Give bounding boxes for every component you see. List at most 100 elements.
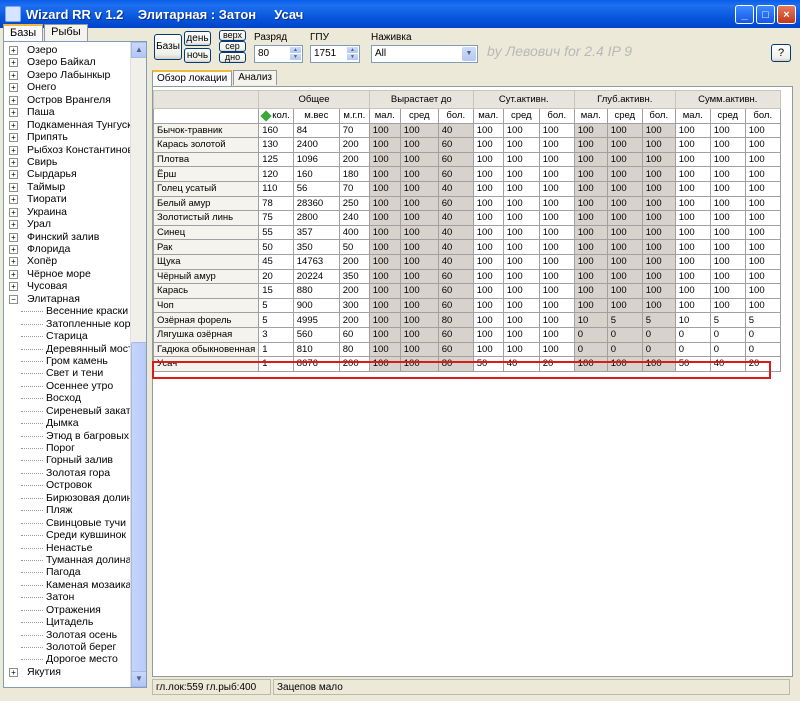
table-cell[interactable]: 125 <box>258 151 294 168</box>
tree-item[interactable]: + Озеро <box>4 44 146 56</box>
table-cell[interactable]: 28360 <box>292 195 340 212</box>
table-cell[interactable]: 100 <box>744 180 781 197</box>
table-cell[interactable]: 2800 <box>292 210 340 226</box>
table-cell[interactable]: 100 <box>709 224 746 241</box>
tree-item[interactable]: + Сырдарья <box>4 168 146 180</box>
table-cell[interactable]: 100 <box>538 224 575 241</box>
table-cell[interactable]: 100 <box>709 122 746 139</box>
fish-name-cell[interactable]: Озёрная форель <box>152 312 260 328</box>
fish-name-cell[interactable]: Голец усатый <box>152 180 260 197</box>
table-cell[interactable]: 100 <box>472 297 504 314</box>
table-cell[interactable]: 100 <box>399 253 439 270</box>
table-cell[interactable]: 100 <box>641 239 676 255</box>
expand-icon[interactable]: + <box>9 83 18 93</box>
table-cell[interactable]: 80 <box>437 312 474 328</box>
column-header[interactable]: м.г.п. <box>338 108 370 124</box>
table-cell[interactable]: 100 <box>744 268 781 285</box>
table-cell[interactable]: 40 <box>437 180 474 197</box>
table-cell[interactable]: 100 <box>744 210 781 226</box>
location-tree[interactable]: + Озеро + Озеро Байкал + Озеро Лабынкыр + Онего… <box>3 41 147 688</box>
table-cell[interactable]: 55 <box>258 224 294 241</box>
table-cell[interactable]: 100 <box>641 151 676 168</box>
table-row[interactable]: Щука 45 14763 200 100 100 40 100 100 100 100 100 100… <box>152 253 781 270</box>
table-cell[interactable]: 100 <box>368 224 401 241</box>
close-button[interactable]: × <box>777 5 796 24</box>
tree-item[interactable]: Восход <box>4 392 146 404</box>
table-cell[interactable]: 100 <box>606 151 643 168</box>
table-cell[interactable]: 100 <box>399 341 439 358</box>
expand-icon[interactable]: + <box>9 282 18 292</box>
table-cell[interactable]: 0 <box>674 341 711 358</box>
table-cell[interactable]: 100 <box>538 195 575 212</box>
table-cell[interactable]: 70 <box>338 180 370 197</box>
table-cell[interactable]: 100 <box>606 239 643 255</box>
table-cell[interactable]: 0 <box>744 326 781 343</box>
table-cell[interactable]: 100 <box>472 195 504 212</box>
fish-name-cell[interactable]: Золотистый линь <box>152 210 260 226</box>
column-header[interactable]: мал. <box>472 108 504 124</box>
tree-item[interactable]: + Озеро Байкал <box>4 56 146 68</box>
table-cell[interactable]: 200 <box>338 283 370 299</box>
fish-name-cell[interactable]: Чёрный амур <box>152 268 260 285</box>
expand-icon[interactable]: + <box>9 257 18 267</box>
tree-item[interactable]: Свет и тени <box>4 367 146 379</box>
help-button[interactable]: ? <box>771 44 791 62</box>
table-cell[interactable]: 100 <box>674 283 711 299</box>
table-cell[interactable]: 40 <box>437 253 474 270</box>
tree-item[interactable]: + Тиорати <box>4 193 146 205</box>
table-cell[interactable]: 100 <box>709 268 746 285</box>
table-cell[interactable]: 100 <box>502 224 540 241</box>
table-cell[interactable]: 100 <box>368 210 401 226</box>
table-cell[interactable]: 350 <box>338 268 370 285</box>
tab-analysis[interactable]: Анализ <box>233 70 277 85</box>
table-cell[interactable]: 100 <box>472 326 504 343</box>
table-cell[interactable]: 100 <box>674 253 711 270</box>
table-cell[interactable]: 100 <box>641 180 676 197</box>
tree-item[interactable]: Горный залив <box>4 454 146 466</box>
table-cell[interactable]: 100 <box>472 166 504 182</box>
expand-icon[interactable]: + <box>9 145 18 155</box>
table-cell[interactable]: 100 <box>573 180 608 197</box>
table-cell[interactable]: 100 <box>674 180 711 197</box>
bait-select[interactable]: All ▼ <box>371 45 478 63</box>
table-cell[interactable]: 100 <box>606 224 643 241</box>
tree-item[interactable]: Золотая гора <box>4 467 146 479</box>
table-row[interactable]: Плотва 125 1096 200 100 100 60 100 100 100 100 100 1… <box>152 151 781 168</box>
column-header[interactable]: сред <box>502 108 540 124</box>
spin-up-icon[interactable]: ▲ <box>290 47 301 53</box>
table-cell[interactable]: 100 <box>502 239 540 255</box>
table-cell[interactable]: 60 <box>338 326 370 343</box>
column-header[interactable]: сред <box>399 108 439 124</box>
table-cell[interactable]: 100 <box>573 195 608 212</box>
tree-item[interactable]: Пляж <box>4 504 146 516</box>
table-cell[interactable]: 100 <box>502 122 540 139</box>
table-cell[interactable]: 100 <box>641 122 676 139</box>
table-cell[interactable]: 240 <box>338 210 370 226</box>
table-cell[interactable]: 60 <box>437 268 474 285</box>
table-cell[interactable]: 100 <box>606 253 643 270</box>
table-cell[interactable]: 40 <box>437 210 474 226</box>
table-cell[interactable]: 80 <box>338 341 370 358</box>
expand-icon[interactable]: + <box>9 157 18 167</box>
table-cell[interactable]: 100 <box>368 297 401 314</box>
table-cell[interactable]: 100 <box>368 312 401 328</box>
tree-item[interactable]: Золотая осень <box>4 629 146 641</box>
table-cell[interactable]: 100 <box>399 166 439 182</box>
table-cell[interactable]: 100 <box>573 137 608 153</box>
table-cell[interactable]: 100 <box>606 297 643 314</box>
table-cell[interactable]: 50 <box>338 239 370 255</box>
column-header[interactable]: бол. <box>538 108 575 124</box>
fish-name-cell[interactable]: Гадюка обыкновенная <box>152 341 260 358</box>
table-cell[interactable]: 0 <box>674 326 711 343</box>
fish-name-cell[interactable]: Бычок-травник <box>152 122 260 139</box>
table-cell[interactable]: 45 <box>258 253 294 270</box>
table-cell[interactable]: 0 <box>744 341 781 358</box>
table-cell[interactable]: 100 <box>502 151 540 168</box>
table-cell[interactable]: 100 <box>399 180 439 197</box>
table-cell[interactable]: 100 <box>641 210 676 226</box>
table-cell[interactable]: 100 <box>502 137 540 153</box>
table-cell[interactable]: 100 <box>472 122 504 139</box>
fish-name-cell[interactable]: Щука <box>152 253 260 270</box>
tree-item[interactable]: Цитадель <box>4 616 146 628</box>
table-cell[interactable]: 100 <box>573 151 608 168</box>
